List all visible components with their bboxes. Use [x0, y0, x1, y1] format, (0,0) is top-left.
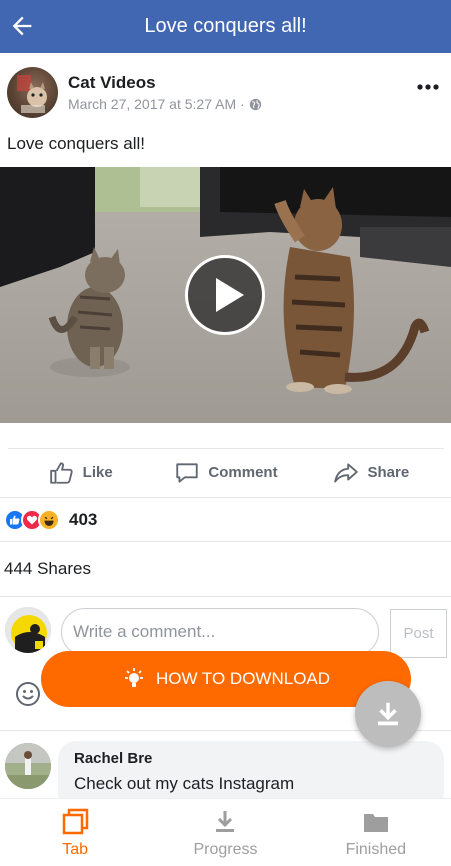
download-fab[interactable] — [355, 681, 421, 747]
commenter-name[interactable]: Rachel Bre — [74, 750, 428, 767]
post-comment-button[interactable]: Post — [390, 609, 447, 658]
page-name[interactable]: Cat Videos — [68, 73, 156, 93]
download-icon — [216, 810, 235, 832]
bottom-nav: Tab Progress Finished — [0, 798, 451, 866]
how-to-download-label: HOW TO DOWNLOAD — [155, 669, 331, 688]
back-arrow-icon[interactable] — [8, 12, 36, 40]
tab-icon — [62, 808, 89, 834]
page-title: Love conquers all! — [144, 15, 307, 37]
post-actions: Like Comment Share — [8, 448, 444, 496]
nav-progress-label: Progress — [193, 840, 258, 858]
post-meta: March 27, 2017 at 5:27 AM · — [68, 96, 262, 112]
haha-reaction-icon — [38, 508, 60, 531]
reactions-summary[interactable]: 403 — [0, 497, 451, 541]
share-label: Share — [367, 464, 410, 481]
comment-icon — [176, 462, 199, 483]
share-icon — [334, 462, 359, 483]
comment-label: Comment — [208, 464, 278, 481]
reaction-count: 403 — [69, 509, 98, 529]
comment-button[interactable]: Comment — [153, 460, 298, 486]
lightbulb-icon — [124, 668, 143, 687]
nav-tab-label: Tab — [62, 840, 89, 858]
share-button[interactable]: Share — [299, 460, 444, 486]
user-avatar — [5, 607, 51, 653]
globe-icon — [249, 98, 261, 110]
shares-count[interactable]: 444 Shares — [0, 541, 451, 597]
post-header: Cat Videos March 27, 2017 at 5:27 AM · — [0, 53, 451, 125]
commenter-avatar[interactable] — [5, 743, 51, 789]
comment-input[interactable] — [61, 608, 379, 656]
comment-text: Check out my cats Instagram — [74, 774, 295, 793]
folder-icon — [363, 813, 388, 832]
post-text: Love conquers all! — [7, 134, 145, 153]
download-icon — [378, 702, 398, 726]
top-bar: Love conquers all! — [0, 0, 451, 53]
nav-finished[interactable]: Finished — [301, 799, 451, 866]
more-options-icon[interactable] — [417, 83, 439, 91]
thumbs-up-icon — [49, 461, 73, 484]
nav-finished-label: Finished — [345, 840, 407, 858]
like-button[interactable]: Like — [8, 460, 153, 486]
page-avatar[interactable] — [7, 67, 58, 118]
how-to-download-button[interactable]: HOW TO DOWNLOAD — [41, 651, 411, 707]
play-button[interactable] — [185, 255, 265, 335]
emoji-icon[interactable] — [15, 681, 41, 707]
like-label: Like — [82, 464, 113, 481]
play-icon — [216, 278, 244, 312]
post-timestamp[interactable]: March 27, 2017 at 5:27 AM · — [68, 96, 245, 112]
nav-progress[interactable]: Progress — [150, 799, 300, 866]
nav-tab[interactable]: Tab — [0, 799, 150, 866]
